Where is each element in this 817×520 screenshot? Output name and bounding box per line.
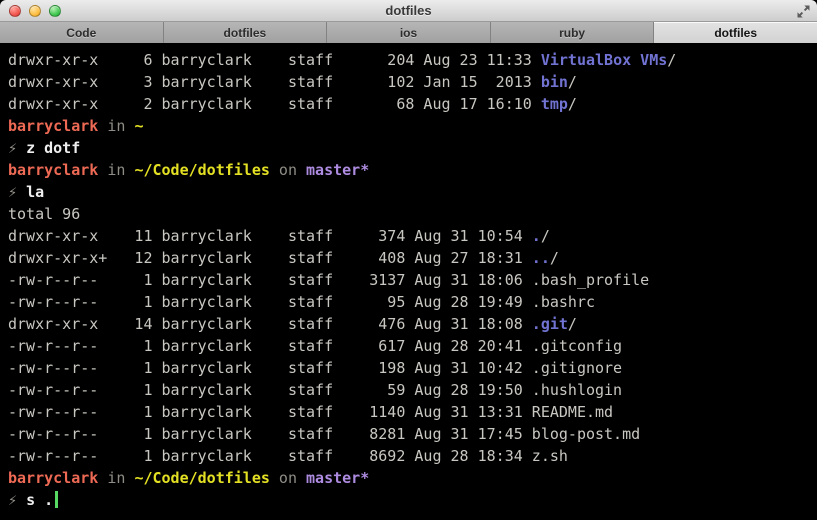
terminal-line: ⚡ s . — [8, 489, 817, 511]
terminal-line: drwxr-xr-x 6 barryclark staff 204 Aug 23… — [8, 49, 817, 71]
term-seg-fg: / — [549, 249, 559, 267]
term-seg-user: barryclark — [8, 161, 99, 179]
tab-3-ruby[interactable]: ruby — [490, 22, 655, 43]
term-seg-fg: / — [567, 73, 577, 91]
term-seg-fg: -rw-r--r-- 1 barryclark staff 8692 Aug 2… — [8, 447, 568, 465]
terminal-line: drwxr-xr-x 3 barryclark staff 102 Jan 15… — [8, 71, 817, 93]
terminal-line: -rw-r--r-- 1 barryclark staff 617 Aug 28… — [8, 335, 817, 357]
terminal-line: -rw-r--r-- 1 barryclark staff 8692 Aug 2… — [8, 445, 817, 467]
term-seg-user: barryclark — [8, 117, 99, 135]
tab-label: Code — [66, 25, 97, 40]
term-seg-fg: drwxr-xr-x 14 barryclark staff 476 Aug 3… — [8, 315, 532, 333]
tab-label: ios — [399, 25, 418, 40]
term-seg-path: ~/Code/dotfiles — [134, 469, 270, 487]
tab-1-dotfiles[interactable]: dotfiles — [163, 22, 328, 43]
term-seg-dim: ⚡ — [8, 491, 27, 509]
terminal-line: -rw-r--r-- 1 barryclark staff 8281 Aug 3… — [8, 423, 817, 445]
term-seg-fg: / — [667, 51, 677, 69]
terminal-line: -rw-r--r-- 1 barryclark staff 59 Aug 28 … — [8, 379, 817, 401]
term-seg-dim: in — [98, 469, 135, 487]
tab-0-code[interactable]: Code — [0, 22, 164, 43]
term-seg-fg: / — [567, 95, 577, 113]
window-title: dotfiles — [385, 3, 432, 18]
term-seg-dim: in — [98, 117, 135, 135]
term-seg-fg: -rw-r--r-- 1 barryclark staff 95 Aug 28 … — [8, 293, 595, 311]
term-seg-dim: ⚡ — [8, 183, 27, 201]
terminal-line: drwxr-xr-x 2 barryclark staff 68 Aug 17 … — [8, 93, 817, 115]
term-seg-branch: master* — [306, 469, 370, 487]
terminal-line: drwxr-xr-x 11 barryclark staff 374 Aug 3… — [8, 225, 817, 247]
tab-4-dotfiles[interactable]: dotfiles — [654, 22, 817, 43]
terminal-line: barryclark in ~/Code/dotfiles on master* — [8, 467, 817, 489]
term-seg-fg: -rw-r--r-- 1 barryclark staff 1140 Aug 3… — [8, 403, 614, 421]
term-seg-path: ~/Code/dotfiles — [134, 161, 270, 179]
terminal-line: -rw-r--r-- 1 barryclark staff 95 Aug 28 … — [8, 291, 817, 313]
term-seg-cmd: z dotf — [26, 139, 81, 157]
tab-2-ios[interactable]: ios — [327, 22, 491, 43]
term-seg-dir: bin — [540, 73, 568, 91]
fullscreen-button[interactable] — [795, 3, 811, 19]
term-seg-dim: in — [98, 161, 135, 179]
tab-label: ruby — [559, 25, 586, 40]
terminal-line: total 96 — [8, 203, 817, 225]
term-seg-fg: drwxr-xr-x 6 barryclark staff 204 Aug 23… — [8, 51, 541, 69]
terminal-line: -rw-r--r-- 1 barryclark staff 3137 Aug 3… — [8, 269, 817, 291]
term-seg-cmd: la — [26, 183, 45, 201]
term-seg-dir: VirtualBox VMs — [540, 51, 668, 69]
terminal-line: barryclark in ~/Code/dotfiles on master* — [8, 159, 817, 181]
term-seg-path: ~ — [134, 117, 144, 135]
term-seg-fg: drwxr-xr-x 2 barryclark staff 68 Aug 17 … — [8, 95, 541, 113]
term-seg-fg: total 96 — [8, 205, 81, 223]
tab-label: dotfiles — [223, 25, 267, 40]
terminal-line: ⚡ z dotf — [8, 137, 817, 159]
term-seg-fg: drwxr-xr-x+ 12 barryclark staff 408 Aug … — [8, 249, 532, 267]
tab-bar: Code dotfiles ios ruby dotfiles — [0, 22, 817, 44]
term-seg-fg: drwxr-xr-x 3 barryclark staff 102 Jan 15… — [8, 73, 541, 91]
term-seg-dim: on — [269, 161, 307, 179]
term-seg-dim: ⚡ — [8, 139, 27, 157]
term-seg-fg: -rw-r--r-- 1 barryclark staff 617 Aug 28… — [8, 337, 623, 355]
term-seg-fg: -rw-r--r-- 1 barryclark staff 198 Aug 31… — [8, 359, 623, 377]
term-seg-dir: . — [531, 227, 541, 245]
term-seg-user: barryclark — [8, 469, 99, 487]
term-seg-fg: -rw-r--r-- 1 barryclark staff 3137 Aug 3… — [8, 271, 650, 289]
fullscreen-arrows-icon — [797, 5, 809, 17]
term-seg-fg: -rw-r--r-- 1 barryclark staff 8281 Aug 3… — [8, 425, 641, 443]
terminal-line: -rw-r--r-- 1 barryclark staff 198 Aug 31… — [8, 357, 817, 379]
term-seg-dim: on — [269, 469, 307, 487]
term-seg-dir: .git — [531, 315, 568, 333]
terminal-line: drwxr-xr-x 14 barryclark staff 476 Aug 3… — [8, 313, 817, 335]
title-bar[interactable]: dotfiles — [0, 0, 817, 22]
term-seg-fg: / — [567, 315, 577, 333]
terminal[interactable]: drwxr-xr-x 6 barryclark staff 204 Aug 23… — [0, 44, 817, 520]
term-seg-fg: -rw-r--r-- 1 barryclark staff 59 Aug 28 … — [8, 381, 623, 399]
terminal-line: ⚡ la — [8, 181, 817, 203]
terminal-window: dotfiles Code dotfiles ios ruby dotfiles drw… — [0, 0, 817, 520]
term-seg-fg: / — [540, 227, 550, 245]
terminal-cursor — [55, 491, 59, 508]
terminal-line: -rw-r--r-- 1 barryclark staff 1140 Aug 3… — [8, 401, 817, 423]
term-seg-branch: master* — [306, 161, 370, 179]
term-seg-dir: tmp — [540, 95, 568, 113]
term-seg-dir: .. — [531, 249, 550, 267]
tab-label: dotfiles — [714, 25, 757, 40]
terminal-line: drwxr-xr-x+ 12 barryclark staff 408 Aug … — [8, 247, 817, 269]
term-seg-cmd: s . — [26, 491, 54, 509]
term-seg-fg: drwxr-xr-x 11 barryclark staff 374 Aug 3… — [8, 227, 532, 245]
terminal-line: barryclark in ~ — [8, 115, 817, 137]
